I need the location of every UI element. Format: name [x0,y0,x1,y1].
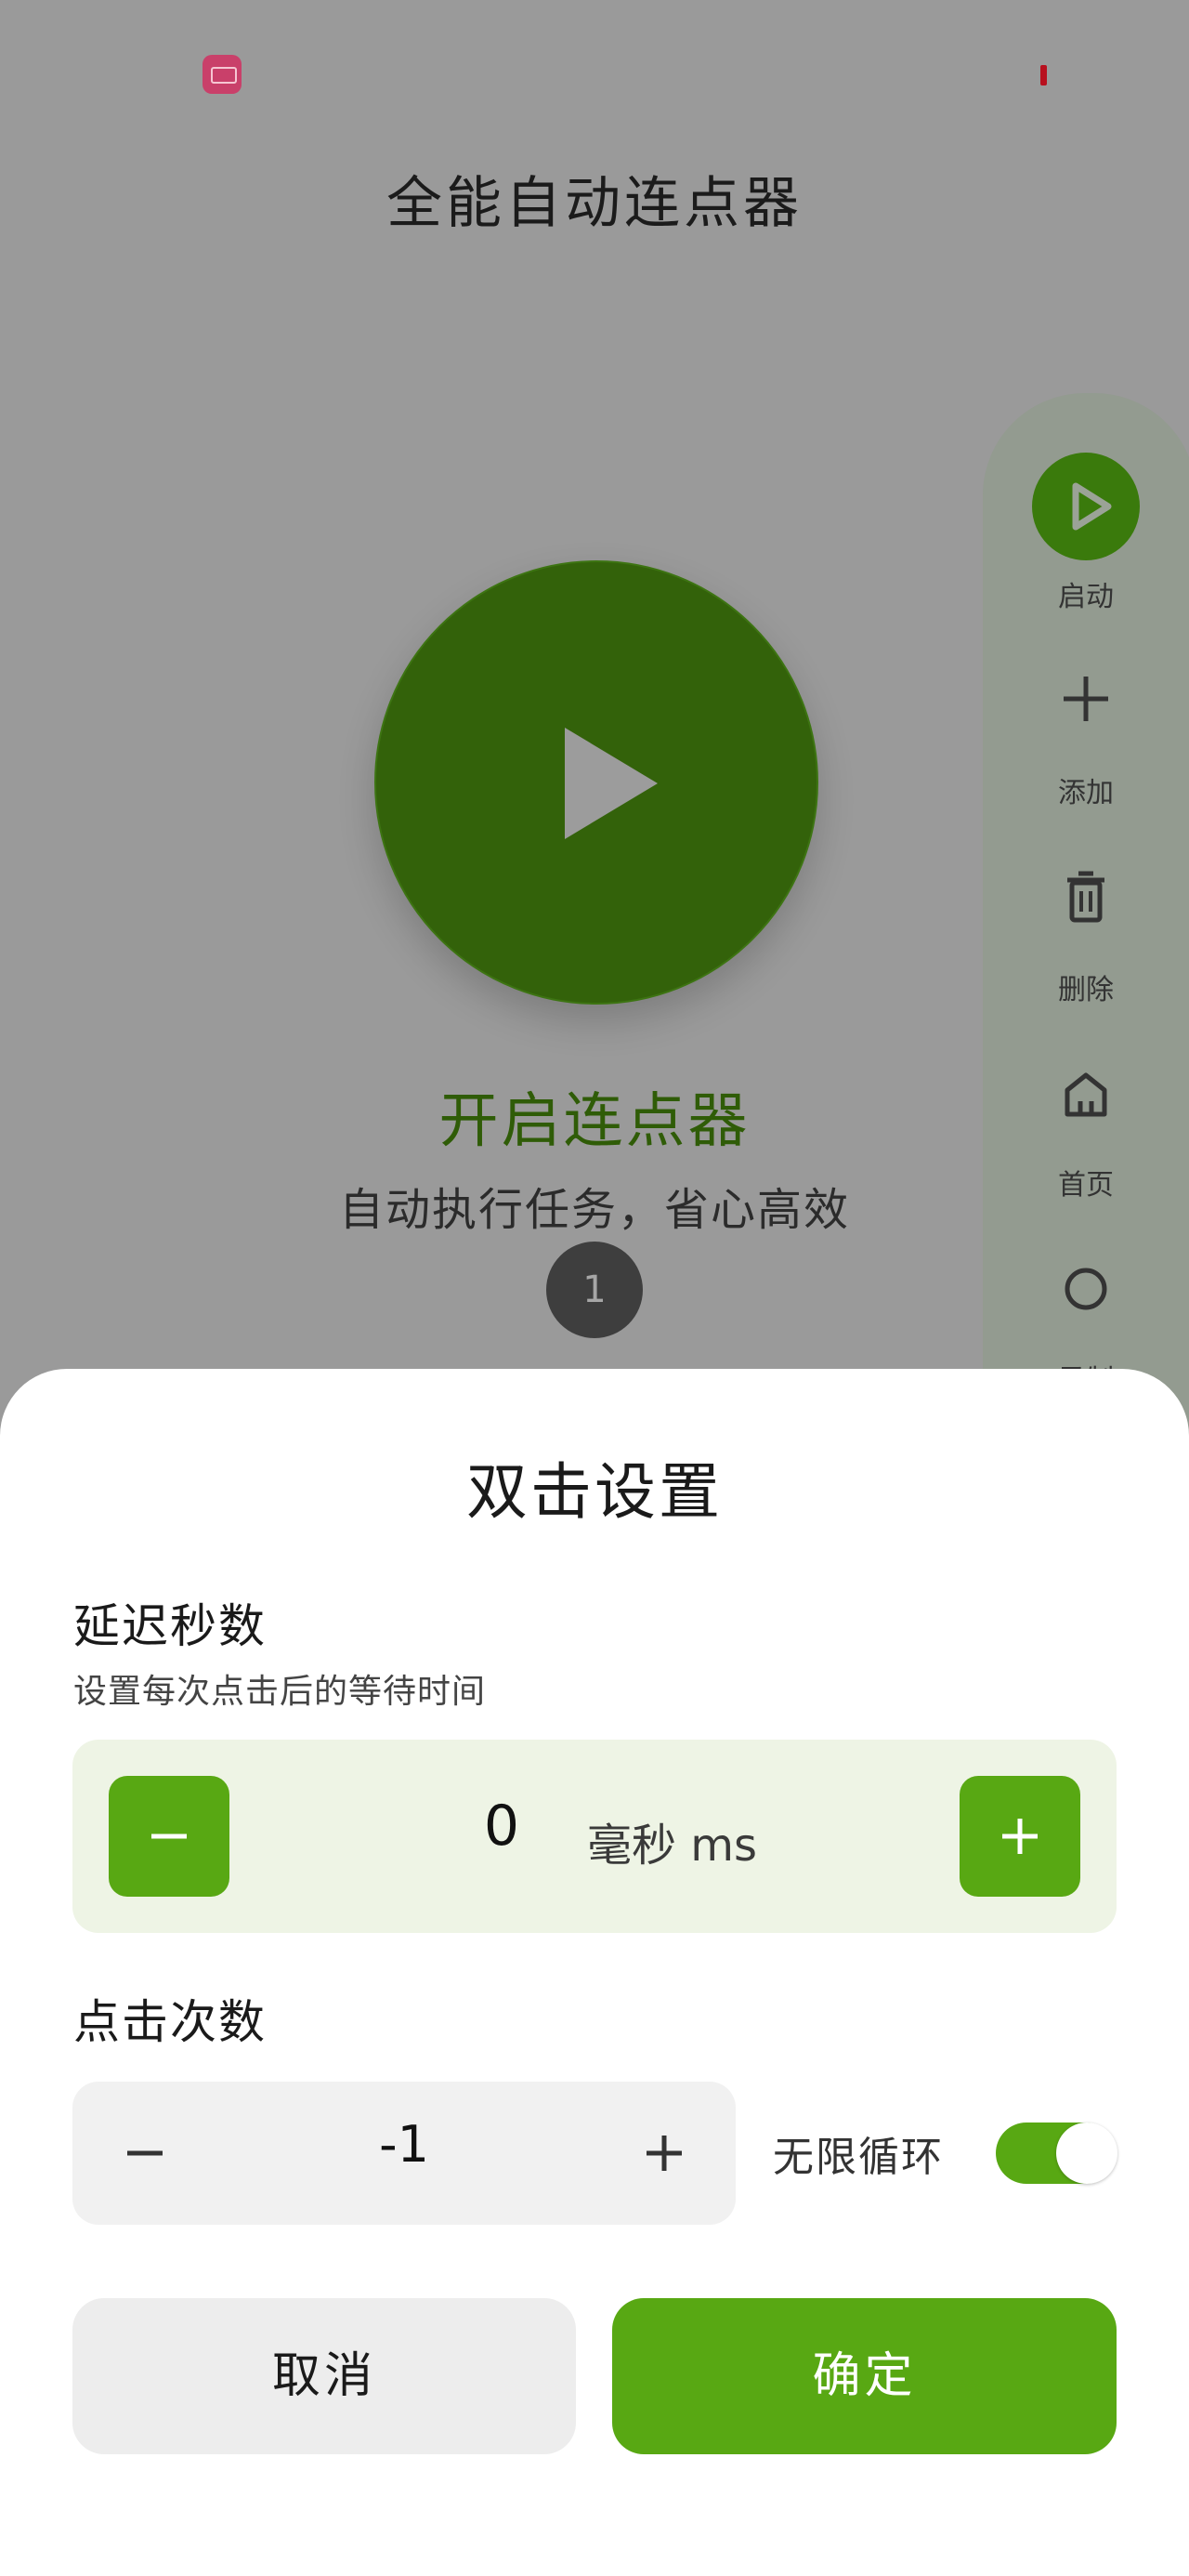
rail-home-button[interactable] [983,1066,1189,1131]
status-indicator [1040,65,1047,85]
rail-delete-button[interactable] [983,869,1189,934]
main-start-button[interactable] [374,560,818,1005]
cancel-button[interactable]: 取消 [72,2298,576,2454]
delay-unit: 毫秒 ms [587,1820,758,1872]
minus-icon [151,1833,187,1839]
count-value[interactable]: -1 [353,2115,455,2174]
dialog-title: 双击设置 [466,1456,723,1528]
step-badge[interactable]: 1 [546,1242,643,1338]
delay-value[interactable]: 0 [464,1794,539,1859]
count-section-title: 点击次数 [73,1995,267,2049]
toggle-knob [1056,2123,1117,2184]
app-title: 全能自动连点器 [386,171,803,236]
count-decrease-button[interactable] [108,2116,182,2190]
plus-icon [1002,1819,1038,1854]
delay-section-description: 设置每次点击后的等待时间 [73,1673,487,1711]
app-notification-icon [203,55,242,94]
minus-icon [127,2150,163,2156]
infinite-loop-label: 无限循环 [773,2134,944,2181]
rail-add-label: 添加 [1058,777,1114,809]
rail-add-button[interactable] [983,671,1189,736]
rail-record-button[interactable] [983,1261,1189,1326]
confirm-button[interactable]: 确定 [612,2298,1117,2454]
rail-delete-label: 删除 [1058,974,1114,1006]
rail-start-button[interactable] [1032,453,1140,560]
delay-section-title: 延迟秒数 [73,1599,267,1653]
count-increase-button[interactable] [627,2116,701,2190]
plus-icon [1064,677,1108,721]
rail-home-label: 首页 [1058,1169,1114,1202]
home-icon [1065,1072,1107,1117]
play-icon [565,728,658,839]
delay-decrease-button[interactable] [109,1776,229,1897]
trash-icon [1067,871,1104,923]
rail-start-label: 启动 [1058,581,1114,613]
circle-icon [1065,1268,1107,1310]
play-icon [1072,482,1112,531]
plus-icon [647,2136,682,2171]
delay-increase-button[interactable] [960,1776,1080,1897]
